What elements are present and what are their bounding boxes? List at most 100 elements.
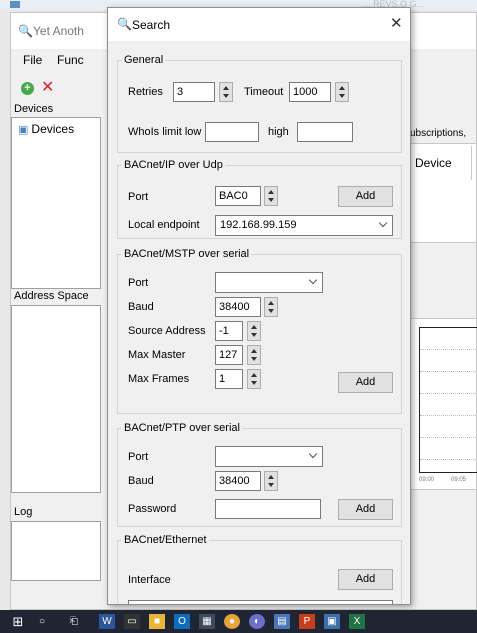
menu-file[interactable]: File [23, 53, 42, 67]
whois-high-label: high [268, 126, 289, 138]
bacnet-ip-legend: BACnet/IP over Udp [124, 159, 223, 171]
max-frames-input[interactable]: 1 [215, 369, 243, 389]
bacnet-ptp-group: BACnet/PTP over serial Port Baud 38400 P… [117, 422, 402, 527]
taskbar: ⊞ ○ ⎗ W ▭ ■ O ▦ ● ◐ ▤ P ▣ X [0, 610, 477, 633]
gridline [420, 393, 477, 394]
interface-select[interactable] [128, 600, 393, 604]
retries-input[interactable]: 3 [173, 82, 215, 102]
mstp-add-button[interactable]: Add [338, 372, 393, 393]
address-space-tree[interactable] [11, 305, 101, 493]
trend-chart: 09:00 09:05 [410, 318, 477, 490]
subscriptions-tab[interactable]: ubscriptions, [410, 128, 477, 142]
timeout-spinner[interactable] [335, 82, 349, 102]
bacnet-ethernet-legend: BACnet/Ethernet [124, 534, 207, 546]
max-master-input[interactable]: 127 [215, 345, 243, 365]
menu-functions[interactable]: Func [57, 53, 84, 67]
devices-tree[interactable]: ▣ Devices [11, 117, 101, 289]
tree-item-label: Devices [31, 122, 75, 136]
column-separator [471, 146, 472, 180]
whois-low-label: WhoIs limit low [128, 126, 202, 138]
dialog-title-bar: 🔍 Search ✕ [108, 8, 410, 41]
excel-icon[interactable]: X [349, 614, 365, 629]
local-endpoint-select[interactable]: 192.168.99.159 [215, 215, 393, 236]
ptp-port-select[interactable] [215, 446, 323, 467]
search-icon[interactable]: ○ [34, 614, 50, 629]
mstp-baud-spinner[interactable] [264, 297, 278, 317]
ip-port-spinner[interactable] [264, 186, 278, 206]
grid-column-device: Device [415, 156, 452, 170]
ptp-baud-input[interactable]: 38400 [215, 471, 261, 491]
search-icon: 🔍 [117, 17, 132, 31]
general-legend: General [124, 54, 164, 66]
file-explorer-icon[interactable]: ■ [149, 614, 165, 629]
word-icon[interactable]: W [99, 614, 115, 629]
retries-spinner[interactable] [219, 82, 233, 102]
calculator-icon[interactable]: ▦ [199, 614, 215, 629]
terminal-icon[interactable]: ▭ [124, 614, 140, 629]
mstp-port-label: Port [128, 277, 149, 289]
max-frames-label: Max Frames [128, 373, 190, 385]
password-label: Password [128, 503, 177, 515]
max-master-spinner[interactable] [247, 345, 261, 365]
address-space-title: Address Space [14, 290, 89, 302]
tree-item-devices[interactable]: ▣ Devices [18, 122, 74, 136]
gridline [420, 415, 477, 416]
subscriptions-grid[interactable]: Device [410, 143, 477, 243]
password-input[interactable] [215, 499, 321, 519]
network-devices-icon: ▣ [18, 124, 29, 136]
close-icon[interactable]: ✕ [390, 14, 403, 32]
app-icon[interactable]: ▤ [274, 614, 290, 629]
chart-x-tick: 09:00 [419, 477, 435, 483]
powerpoint-icon[interactable]: P [299, 614, 315, 629]
chrome-icon[interactable]: ● [224, 614, 240, 629]
gridline [420, 371, 477, 372]
whois-low-input[interactable] [205, 122, 259, 142]
chevron-down-icon [308, 275, 318, 285]
ethernet-add-button[interactable]: Add [338, 569, 393, 590]
ip-port-input[interactable]: BAC0 [215, 186, 261, 206]
edge-icon[interactable]: ◐ [249, 614, 265, 629]
add-device-icon[interactable]: + [21, 82, 34, 95]
ptp-baud-spinner[interactable] [264, 471, 278, 491]
chart-x-tick: 09:05 [451, 477, 467, 483]
source-address-input[interactable]: -1 [215, 321, 243, 341]
gridline [420, 349, 477, 350]
bacnet-ethernet-group: BACnet/Ethernet Interface Add [117, 534, 402, 604]
search-icon: 🔍 [18, 24, 33, 38]
log-panel[interactable] [11, 521, 101, 581]
app-title: Yet Anoth [33, 24, 84, 38]
ip-add-button[interactable]: Add [338, 186, 393, 207]
mstp-port-select[interactable] [215, 272, 323, 293]
local-endpoint-value: 192.168.99.159 [220, 219, 297, 231]
timeout-label: Timeout [244, 86, 284, 98]
source-address-label: Source Address [128, 325, 206, 337]
bacnet-mstp-group: BACnet/MSTP over serial Port Baud 38400 … [117, 248, 402, 414]
chevron-down-icon [378, 218, 388, 228]
remove-device-icon[interactable]: ✕ [41, 79, 54, 97]
network-icon[interactable]: ▣ [324, 614, 340, 629]
local-endpoint-label: Local endpoint [128, 219, 200, 231]
windows-start-icon[interactable]: ⊞ [10, 614, 26, 629]
bacnet-mstp-legend: BACnet/MSTP over serial [124, 248, 250, 260]
task-view-icon[interactable]: ⎗ [66, 614, 82, 629]
max-master-label: Max Master [128, 349, 186, 361]
bacnet-ptp-legend: BACnet/PTP over serial [124, 422, 240, 434]
bacnet-ip-group: BACnet/IP over Udp Port BAC0 Add Local e… [117, 159, 402, 239]
ip-port-label: Port [128, 191, 149, 203]
devices-pane-title: Devices [14, 103, 54, 115]
mstp-baud-input[interactable]: 38400 [215, 297, 261, 317]
dialog-title: Search [132, 18, 171, 32]
source-address-spinner[interactable] [247, 321, 261, 341]
retries-label: Retries [128, 86, 163, 98]
timeout-input[interactable]: 1000 [289, 82, 331, 102]
ptp-baud-label: Baud [128, 475, 154, 487]
outlook-icon[interactable]: O [174, 614, 190, 629]
gridline [420, 459, 477, 460]
log-title: Log [14, 506, 33, 518]
ptp-port-label: Port [128, 451, 149, 463]
search-dialog: 🔍 Search ✕ General Retries 3 Timeout 100… [107, 7, 411, 605]
ptp-add-button[interactable]: Add [338, 499, 393, 520]
general-group: General Retries 3 Timeout 1000 WhoIs lim… [117, 54, 402, 153]
whois-high-input[interactable] [297, 122, 353, 142]
max-frames-spinner[interactable] [247, 369, 261, 389]
